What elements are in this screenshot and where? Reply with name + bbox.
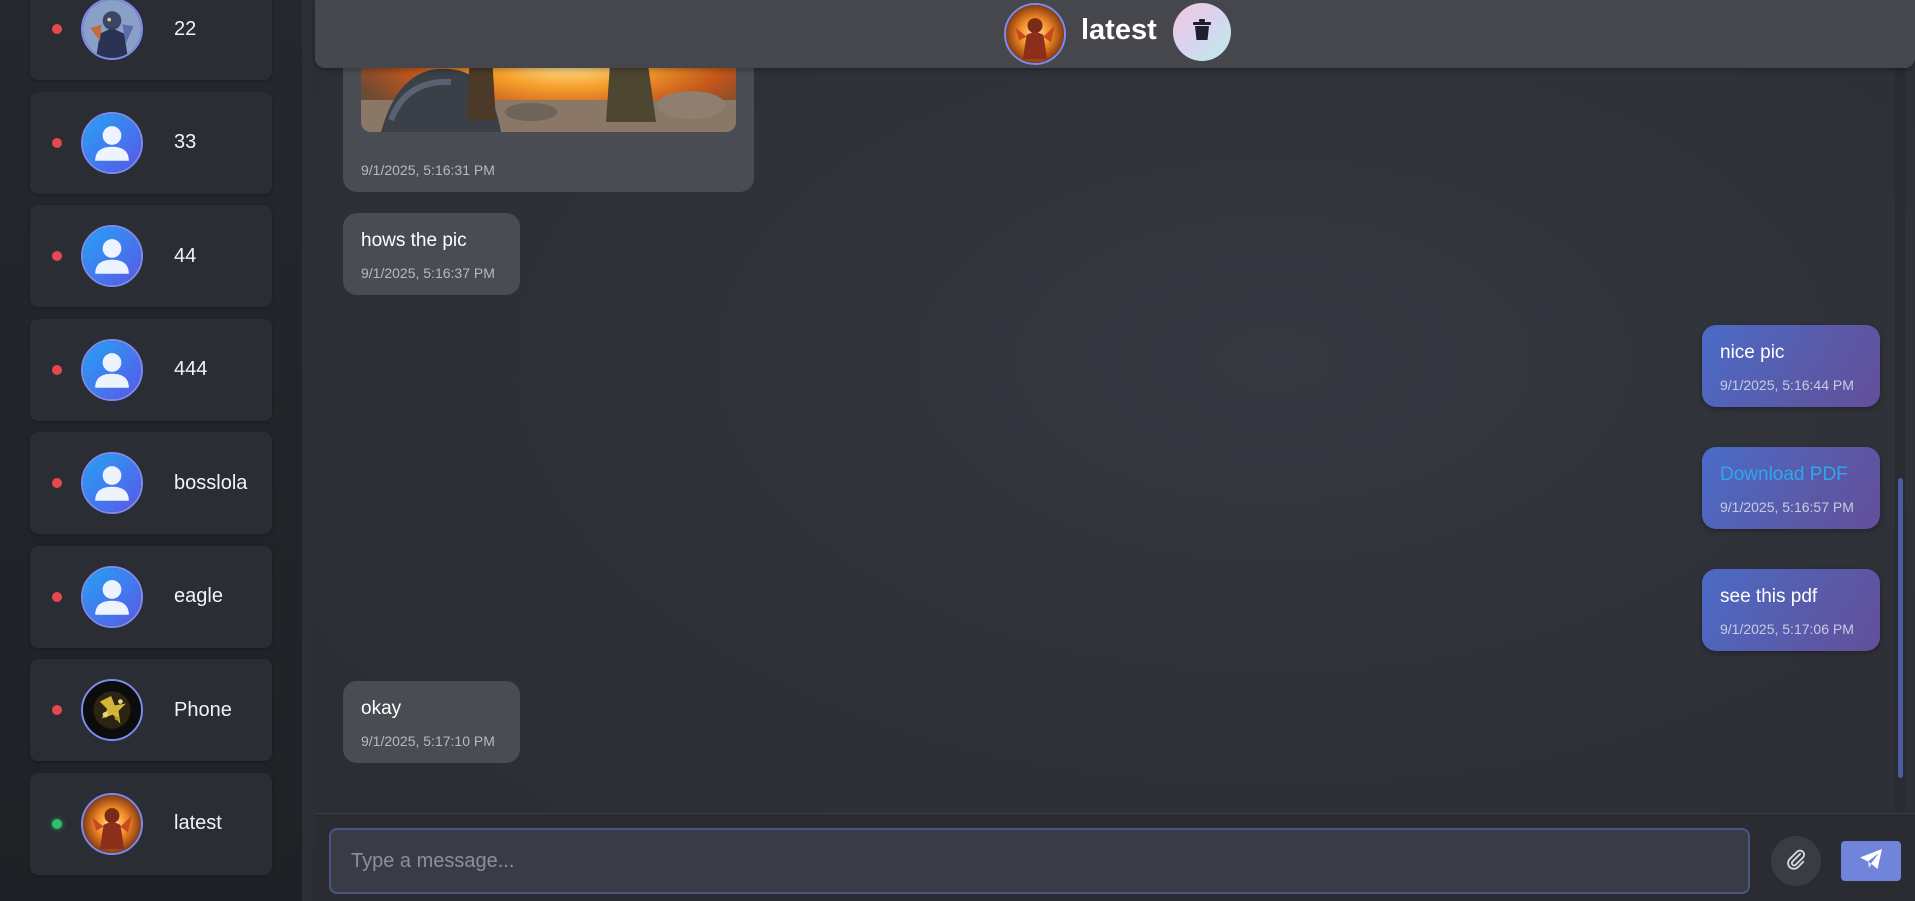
message-timestamp: 9/1/2025, 5:16:44 PM: [1720, 377, 1854, 393]
status-offline-indicator: [52, 364, 62, 375]
message-timestamp: 9/1/2025, 5:16:31 PM: [361, 162, 495, 178]
chat-scrollbar-thumb[interactable]: [1898, 478, 1903, 778]
delete-chat-button[interactable]: [1173, 3, 1231, 61]
message-incoming: okay 9/1/2025, 5:17:10 PM: [343, 681, 520, 763]
status-offline-indicator: [52, 478, 62, 488]
contact-item-22[interactable]: 22: [30, 0, 272, 80]
default-user-icon: [81, 111, 143, 174]
contact-item-444[interactable]: 444: [30, 318, 272, 421]
download-pdf-link[interactable]: Download PDF: [1720, 464, 1848, 486]
chat-panel: 9/1/2025, 5:16:31 PM hows the pic 9/1/20…: [312, 0, 1915, 901]
status-offline-indicator: [52, 251, 62, 261]
contact-name: eagle: [174, 585, 223, 607]
gold-pattern-avatar: [81, 679, 143, 741]
trash-icon: [1192, 18, 1212, 46]
status-online-indicator: [52, 818, 62, 829]
message-timestamp: 9/1/2025, 5:16:37 PM: [361, 265, 495, 281]
message-outgoing-file: Download PDF 9/1/2025, 5:16:57 PM: [1702, 447, 1880, 529]
default-user-icon: [81, 338, 143, 401]
paper-plane-icon: [1859, 848, 1883, 875]
message-outgoing: nice pic 9/1/2025, 5:16:44 PM: [1702, 325, 1880, 407]
contact-item-bosslola[interactable]: bosslola: [30, 432, 272, 534]
default-user-icon: [81, 565, 143, 628]
contact-item-44[interactable]: 44: [30, 205, 272, 307]
contact-name: Phone: [174, 698, 232, 721]
message-composer: [315, 813, 1915, 901]
paperclip-icon: [1785, 848, 1807, 875]
default-user-icon: [81, 225, 143, 287]
message-text: okay: [361, 698, 402, 719]
message-text: hows the pic: [361, 230, 467, 251]
message-list: 9/1/2025, 5:16:31 PM hows the pic 9/1/20…: [312, 0, 1905, 813]
message-outgoing: see this pdf 9/1/2025, 5:17:06 PM: [1702, 569, 1880, 651]
contact-name: 22: [174, 17, 197, 40]
status-offline-indicator: [52, 24, 62, 34]
status-offline-indicator: [52, 705, 62, 715]
chat-title: latest: [1081, 14, 1157, 46]
status-offline-indicator: [52, 591, 62, 602]
message-timestamp: 9/1/2025, 5:16:57 PM: [1720, 499, 1854, 515]
default-user-icon: [81, 452, 143, 514]
contact-list: 22 33 44 444 bosslola eagle Phone latest: [30, 0, 272, 886]
contact-name: 444: [174, 358, 208, 380]
send-message-button[interactable]: [1841, 841, 1901, 881]
status-offline-indicator: [52, 137, 62, 148]
fire-warrior-avatar: [81, 792, 143, 855]
contact-name: bosslola: [174, 471, 248, 494]
contacts-sidebar: 22 33 44 444 bosslola eagle Phone latest: [0, 0, 302, 901]
contact-name: 44: [174, 244, 197, 267]
message-input[interactable]: [329, 828, 1750, 894]
attach-file-button[interactable]: [1771, 836, 1821, 886]
chat-header: latest: [315, 0, 1915, 68]
contact-item-33[interactable]: 33: [30, 91, 272, 194]
message-timestamp: 9/1/2025, 5:17:10 PM: [361, 733, 495, 749]
chat-scrollbar[interactable]: [1895, 68, 1905, 813]
contact-item-phone[interactable]: Phone: [30, 659, 272, 761]
fantasy-warrior-avatar: [81, 0, 143, 60]
fire-warrior-avatar: [1004, 3, 1066, 65]
message-timestamp: 9/1/2025, 5:17:06 PM: [1720, 621, 1854, 637]
contact-name: latest: [174, 812, 222, 834]
message-incoming: hows the pic 9/1/2025, 5:16:37 PM: [343, 213, 520, 295]
message-text: see this pdf: [1720, 586, 1818, 607]
contact-item-eagle[interactable]: eagle: [30, 545, 272, 648]
contact-name: 33: [174, 131, 197, 153]
contact-item-latest[interactable]: latest: [30, 772, 272, 875]
message-text: nice pic: [1720, 342, 1785, 363]
